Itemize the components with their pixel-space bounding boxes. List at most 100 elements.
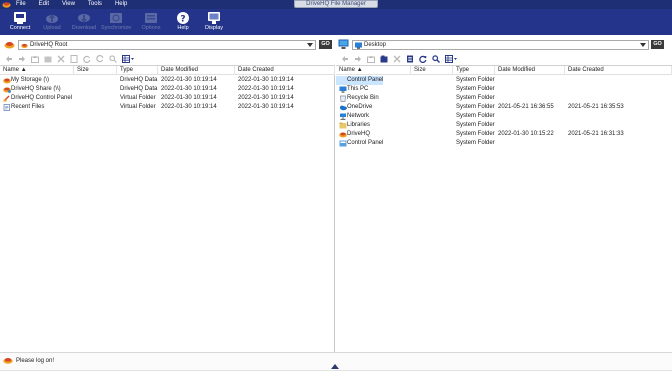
file-row[interactable]: Control Panel System Folder (336, 76, 672, 85)
file-row[interactable]: Network System Folder (336, 112, 672, 121)
menu-bar: File Edit View Tools Help DriveHQ File M… (0, 0, 672, 9)
refresh-icon[interactable] (82, 54, 92, 64)
menu-file[interactable]: File (16, 0, 26, 9)
column-header-date-modified[interactable]: Date Modified (495, 66, 565, 75)
column-header-date-created[interactable]: Date Created (235, 66, 335, 75)
ribbon-toolbar: Connect Upload Download Synchronize Opti… (0, 9, 672, 35)
drivehq-logo-icon (3, 358, 13, 364)
column-header-row: Name ▲ Size Type Date Modified Date Crea… (0, 66, 335, 75)
right-location-text: Desktop (364, 42, 387, 48)
menu-tools[interactable]: Tools (88, 0, 102, 9)
file-type: DriveHQ Data (120, 77, 158, 83)
file-row[interactable]: DriveHQ System Folder 2022-01-30 10:15:2… (336, 130, 672, 139)
file-row[interactable]: This PC System Folder (336, 85, 672, 94)
file-name: My Storage (\) (11, 77, 50, 83)
status-text: Please log on! (16, 358, 55, 364)
chevron-down-icon[interactable] (307, 43, 313, 47)
file-row[interactable]: Recycle Bin System Folder (336, 94, 672, 103)
file-row[interactable]: My Storage (\) DriveHQ Data 2022-01-30 1… (0, 76, 334, 85)
right-location-combo[interactable]: Desktop (352, 40, 649, 50)
file-type: System Folder (456, 140, 495, 146)
panel-toggle-arrow-icon[interactable] (331, 364, 339, 369)
upload-button[interactable]: Upload (37, 11, 67, 34)
file-row[interactable]: Control Panel System Folder (336, 139, 672, 148)
app-logo-icon[interactable] (2, 0, 11, 9)
drivehq-logo-icon (4, 42, 15, 49)
svg-text:?: ? (180, 15, 185, 25)
desktop-icon (355, 42, 362, 49)
synchronize-icon (110, 13, 122, 23)
file-type: DriveHQ Data (120, 86, 158, 92)
up-folder-icon[interactable] (366, 54, 376, 64)
connect-button[interactable]: Connect (5, 11, 35, 34)
column-header-date-modified[interactable]: Date Modified (158, 66, 235, 75)
file-name: DriveHQ (347, 131, 371, 137)
display-button[interactable]: Display (199, 11, 229, 34)
back-arrow-icon[interactable] (4, 54, 14, 64)
file-row[interactable]: OneDrive System Folder 2021-05-21 16:36:… (336, 103, 672, 112)
help-button[interactable]: ? Help (168, 11, 198, 34)
display-icon (208, 12, 220, 24)
left-address-bar: DriveHQ Root GO (0, 37, 335, 53)
file-name: Control Panel (336, 76, 384, 85)
sort-up-icon: ▲ (356, 67, 363, 73)
left-pane-toolbar (4, 53, 137, 64)
delete-icon[interactable] (56, 54, 66, 64)
column-header-name[interactable]: Name ▲ (0, 66, 74, 75)
file-row[interactable]: DriveHQ Control Panel Virtual Folder 202… (0, 94, 334, 103)
new-folder-icon[interactable] (43, 54, 53, 64)
view-mode-icon[interactable] (444, 54, 457, 64)
menu-edit[interactable]: Edit (39, 0, 49, 9)
left-go-button[interactable]: GO (319, 40, 332, 49)
column-header-type[interactable]: Type (453, 66, 495, 75)
file-type: System Folder (456, 113, 495, 119)
file-name: Recycle Bin (347, 95, 379, 101)
monitor-icon[interactable] (338, 39, 349, 50)
forward-arrow-icon[interactable] (353, 54, 363, 64)
column-header-type[interactable]: Type (117, 66, 158, 75)
file-row[interactable]: Libraries System Folder (336, 121, 672, 130)
file-row[interactable]: Recent Files Virtual Folder 2022-01-30 1… (0, 103, 334, 112)
file-type: System Folder (456, 131, 495, 137)
forward-arrow-icon[interactable] (17, 54, 27, 64)
left-location-combo[interactable]: DriveHQ Root (18, 40, 316, 50)
delete-icon[interactable] (392, 54, 402, 64)
file-date-modified: 2022-01-30 10:19:14 (161, 95, 217, 101)
menu-view[interactable]: View (62, 0, 75, 9)
upload-icon (46, 14, 58, 23)
back-arrow-icon[interactable] (340, 54, 350, 64)
file-name: This PC (347, 86, 369, 92)
column-header-size[interactable]: Size (411, 66, 453, 75)
file-date-modified: 2022-01-30 10:19:14 (161, 104, 217, 110)
new-folder-icon[interactable] (379, 54, 389, 64)
stop-icon[interactable] (95, 54, 105, 64)
properties-icon[interactable] (405, 54, 415, 64)
menu-help[interactable]: Help (115, 0, 127, 9)
synchronize-button[interactable]: Synchronize (101, 11, 131, 34)
up-folder-icon[interactable] (30, 54, 40, 64)
file-date-modified: 2022-01-30 10:19:14 (161, 86, 217, 92)
download-button[interactable]: Download (69, 11, 99, 34)
file-type: Virtual Folder (120, 104, 156, 110)
search-icon[interactable] (108, 54, 118, 64)
column-header-date-created[interactable]: Date Created (565, 66, 672, 75)
file-type: System Folder (456, 95, 495, 101)
left-location-text: DriveHQ Root (30, 42, 68, 48)
file-name: DriveHQ Share (\\) (11, 86, 61, 92)
options-button[interactable]: Options (136, 11, 166, 34)
properties-icon[interactable] (69, 54, 79, 64)
options-icon (145, 13, 157, 23)
file-row[interactable]: DriveHQ Share (\\) DriveHQ Data 2022-01-… (0, 85, 334, 94)
search-icon[interactable] (431, 54, 441, 64)
file-name: Control Panel (347, 140, 384, 146)
view-mode-icon[interactable] (121, 54, 134, 64)
column-header-name[interactable]: Name ▲ (336, 66, 411, 75)
column-header-row: Name ▲ Size Type Date Modified Date Crea… (336, 66, 672, 75)
file-name: DriveHQ Control Panel (11, 95, 73, 101)
refresh-icon[interactable] (418, 54, 428, 64)
right-go-button[interactable]: GO (651, 40, 664, 49)
file-name: OneDrive (347, 104, 373, 110)
chevron-down-icon[interactable] (640, 43, 646, 47)
file-date-modified: 2022-01-30 10:15:22 (498, 131, 554, 137)
column-header-size[interactable]: Size (74, 66, 117, 75)
